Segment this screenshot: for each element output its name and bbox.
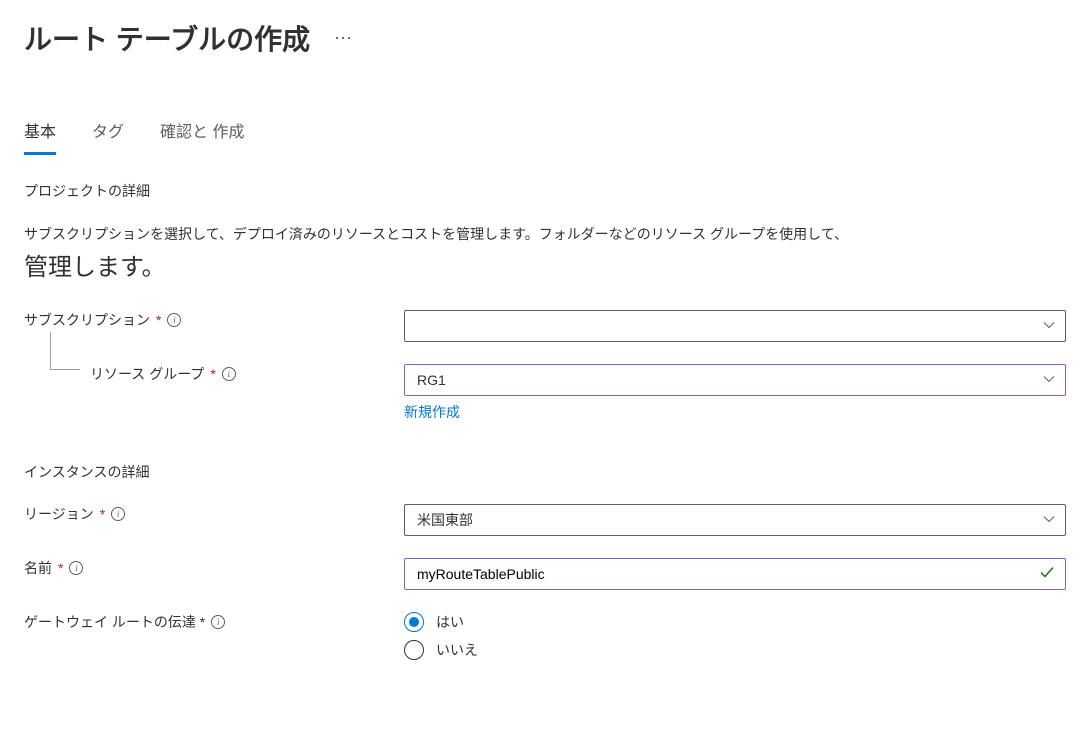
- info-icon[interactable]: i: [111, 507, 125, 521]
- info-icon[interactable]: i: [69, 561, 83, 575]
- tab-review-create[interactable]: 確認と 作成: [160, 118, 244, 155]
- chevron-down-icon: [1043, 372, 1055, 388]
- gateway-route-no[interactable]: いいえ: [404, 640, 1066, 660]
- resource-group-label: リソース グループ * i: [24, 364, 404, 384]
- project-desc-line1: サブスクリプションを選択して、デプロイ済みのリソースとコストを管理します。フォル…: [24, 226, 848, 242]
- section-instance-details: インスタンスの詳細: [24, 462, 1066, 482]
- check-icon: [1039, 564, 1055, 583]
- name-label-text: 名前: [24, 558, 52, 578]
- tree-indent-line: [50, 332, 80, 370]
- radio-label-yes: はい: [436, 612, 464, 632]
- tab-basics[interactable]: 基本: [24, 118, 56, 155]
- required-asterisk: *: [210, 366, 215, 382]
- info-icon[interactable]: i: [167, 313, 181, 327]
- subscription-label: サブスクリプション * i: [24, 310, 404, 330]
- region-select[interactable]: 米国東部: [404, 504, 1066, 536]
- resource-group-value: RG1: [417, 372, 446, 388]
- project-description: サブスクリプションを選択して、デプロイ済みのリソースとコストを管理します。フォル…: [24, 223, 1066, 288]
- chevron-down-icon: [1043, 512, 1055, 528]
- region-value: 米国東部: [417, 510, 473, 530]
- name-input-wrapper: [404, 558, 1066, 590]
- region-label-text: リージョン: [24, 504, 94, 524]
- gateway-route-radio-group: はい いいえ: [404, 612, 1066, 660]
- required-asterisk: *: [58, 560, 63, 576]
- section-project-details: プロジェクトの詳細: [24, 181, 1066, 201]
- gateway-route-yes[interactable]: はい: [404, 612, 1066, 632]
- resource-group-label-text: リソース グループ: [90, 364, 204, 384]
- required-asterisk: *: [156, 312, 161, 328]
- required-asterisk: *: [100, 506, 105, 522]
- gateway-route-label: ゲートウェイ ルートの伝達 * i: [24, 612, 404, 632]
- region-label: リージョン * i: [24, 504, 404, 524]
- radio-icon: [404, 612, 424, 632]
- more-actions-button[interactable]: ⋯: [334, 28, 353, 49]
- radio-icon: [404, 640, 424, 660]
- name-input[interactable]: [417, 559, 1035, 589]
- project-desc-line2: 管理します。: [24, 249, 1066, 287]
- info-icon[interactable]: i: [211, 615, 225, 629]
- tabs: 基本 タグ 確認と 作成: [24, 118, 1066, 155]
- subscription-label-text: サブスクリプション: [24, 310, 150, 330]
- chevron-down-icon: [1043, 318, 1055, 334]
- page-title: ルート テーブルの作成: [24, 18, 310, 58]
- gateway-route-label-text: ゲートウェイ ルートの伝達 *: [24, 612, 205, 632]
- info-icon[interactable]: i: [222, 367, 236, 381]
- create-new-link[interactable]: 新規作成: [404, 402, 460, 422]
- subscription-select[interactable]: [404, 310, 1066, 342]
- tab-tags[interactable]: タグ: [92, 118, 124, 155]
- name-label: 名前 * i: [24, 558, 404, 578]
- radio-label-no: いいえ: [436, 640, 478, 660]
- resource-group-select[interactable]: RG1: [404, 364, 1066, 396]
